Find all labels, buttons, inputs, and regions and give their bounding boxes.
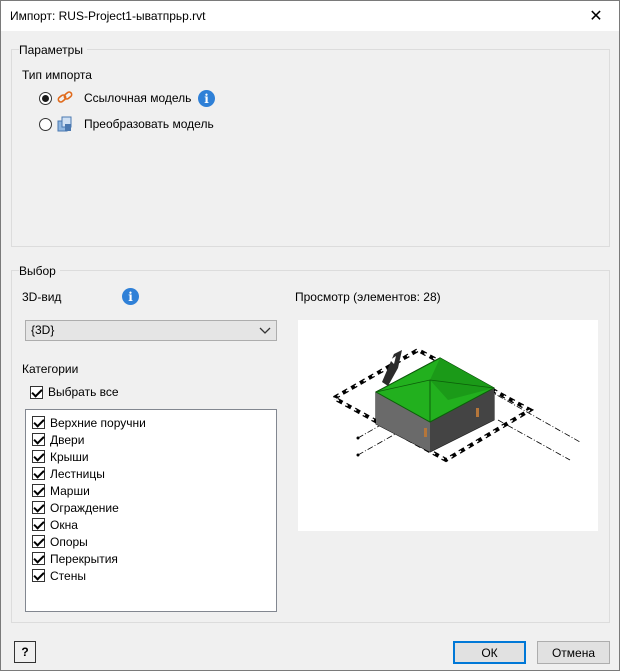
category-label: Лестницы (50, 467, 105, 481)
category-label: Перекрытия (50, 552, 118, 566)
list-item[interactable]: Окна (32, 517, 272, 534)
radio-linked-model[interactable] (39, 92, 52, 105)
view-label: 3D-вид (22, 290, 62, 304)
list-item[interactable]: Марши (32, 483, 272, 500)
info-icon[interactable]: i (198, 90, 215, 107)
convert-model-icon (56, 115, 74, 133)
list-item[interactable]: Крыши (32, 449, 272, 466)
category-label: Опоры (50, 535, 88, 549)
list-item[interactable]: Ограждение (32, 500, 272, 517)
list-item[interactable]: Перекрытия (32, 551, 272, 568)
window-title: Импорт: RUS-Project1-ыватпрьр.rvt (10, 9, 206, 23)
selection-group-label: Выбор (19, 264, 60, 278)
category-checkbox[interactable] (32, 450, 45, 463)
list-item[interactable]: Двери (32, 432, 272, 449)
close-button[interactable]: ✕ (573, 1, 619, 31)
category-checkbox[interactable] (32, 433, 45, 446)
category-checkbox[interactable] (32, 552, 45, 565)
category-checkbox[interactable] (32, 569, 45, 582)
building-preview-image (329, 347, 581, 463)
category-checkbox[interactable] (32, 518, 45, 531)
category-label: Ограждение (50, 501, 119, 515)
import-dialog: Импорт: RUS-Project1-ыватпрьр.rvt ✕ Пара… (0, 0, 620, 671)
close-icon: ✕ (589, 8, 603, 25)
category-label: Стены (50, 569, 86, 583)
view-select[interactable]: {3D} (25, 320, 277, 341)
category-label: Крыши (50, 450, 89, 464)
category-checkbox[interactable] (32, 501, 45, 514)
cancel-button-label: Отмена (551, 645, 596, 660)
category-checkbox[interactable] (32, 467, 45, 480)
select-all-checkbox[interactable] (30, 386, 43, 399)
import-type-label: Тип импорта (22, 68, 92, 82)
list-item[interactable]: Лестницы (32, 466, 272, 483)
category-checkbox[interactable] (32, 535, 45, 548)
params-group-label: Параметры (19, 43, 87, 57)
title-bar: Импорт: RUS-Project1-ыватпрьр.rvt ✕ (1, 1, 619, 31)
link-icon (56, 90, 74, 106)
preview-label: Просмотр (элементов: 28) (295, 290, 441, 304)
radio-convert-model[interactable] (39, 118, 52, 131)
select-all-label[interactable]: Выбрать все (48, 385, 119, 399)
categories-list[interactable]: Верхние поручни Двери Крыши Лестницы Мар… (25, 409, 277, 612)
linked-model-label[interactable]: Ссылочная модель (84, 91, 191, 105)
list-item[interactable]: Стены (32, 568, 272, 585)
view-select-value: {3D} (31, 323, 55, 337)
params-group (11, 49, 610, 247)
category-checkbox[interactable] (32, 416, 45, 429)
list-item[interactable]: Верхние поручни (32, 415, 272, 432)
model-preview (298, 320, 598, 531)
chevron-down-icon (258, 321, 272, 340)
view-info-icon[interactable]: i (122, 288, 139, 305)
category-label: Двери (50, 433, 85, 447)
category-label: Марши (50, 484, 90, 498)
category-checkbox[interactable] (32, 484, 45, 497)
ok-button-label: ОК (481, 645, 498, 660)
category-label: Верхние поручни (50, 416, 146, 430)
category-label: Окна (50, 518, 78, 532)
cancel-button[interactable]: Отмена (537, 641, 610, 664)
ok-button[interactable]: ОК (453, 641, 526, 664)
help-icon: ? (21, 645, 29, 659)
convert-model-label[interactable]: Преобразовать модель (84, 117, 214, 131)
list-item[interactable]: Опоры (32, 534, 272, 551)
help-button[interactable]: ? (14, 641, 36, 663)
categories-label: Категории (22, 362, 79, 376)
